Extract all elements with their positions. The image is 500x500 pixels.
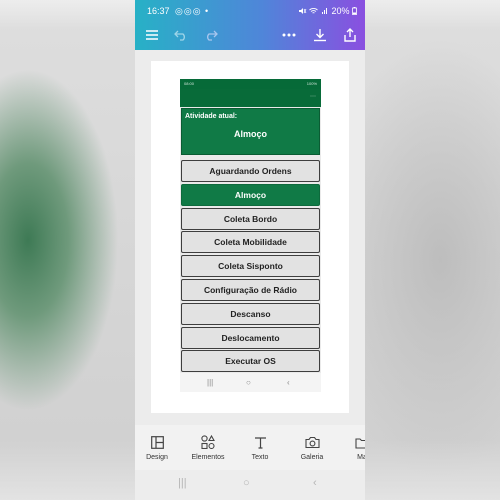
shapes-icon <box>186 434 230 450</box>
activity-option-button[interactable]: Coleta Bordo <box>181 207 320 230</box>
tool-design-label: Design <box>146 454 168 461</box>
activity-option-button[interactable]: Descanso <box>181 302 320 325</box>
app-nav-bar: ||| ○ ‹ <box>180 373 321 392</box>
activity-option-button[interactable]: Coleta Mobilidade <box>181 231 320 254</box>
text-icon <box>238 434 282 450</box>
system-nav-bar: ||| ○ ‹ <box>135 470 365 500</box>
app-recents-icon: ||| <box>207 378 214 387</box>
tool-gallery-label: Galeria <box>300 454 324 461</box>
app-screenshot-image[interactable]: 08:00 100% ⋯ Atividade atual: Almoço Agu… <box>180 79 321 392</box>
back-icon[interactable]: ‹ <box>313 477 317 489</box>
signal-icon <box>321 8 327 14</box>
editor-toolbar <box>135 26 365 46</box>
undo-icon[interactable] <box>172 26 190 44</box>
download-icon[interactable] <box>311 26 329 44</box>
tool-elements[interactable]: Elementos <box>186 434 230 461</box>
home-icon[interactable]: ○ <box>243 477 250 489</box>
phone-screen: 16:37 ◎◎◎ • 20% 08:00 100% ⋯ Atividade a… <box>135 0 365 500</box>
battery-icon <box>352 7 357 15</box>
editor-bottom-bar: Design Elementos Texto Galeria Ma <box>135 425 365 470</box>
app-status-time: 08:00 <box>184 81 195 86</box>
status-time: 16:37 <box>147 6 170 16</box>
tool-elements-label: Elementos <box>191 454 225 461</box>
hamburger-icon[interactable] <box>143 26 161 44</box>
redo-icon[interactable] <box>202 26 220 44</box>
tool-more-label: Ma <box>357 454 365 461</box>
tool-design[interactable]: Design <box>135 434 179 461</box>
system-status-bar: 16:37 ◎◎◎ • 20% <box>135 6 365 20</box>
share-icon[interactable] <box>341 26 359 44</box>
mute-icon <box>298 8 307 14</box>
current-activity-value: Almoço <box>233 129 267 139</box>
camera-icon <box>290 434 334 450</box>
app-header: ⋯ <box>180 89 321 107</box>
status-right-group: 20% <box>298 6 357 16</box>
app-home-icon: ○ <box>246 378 251 387</box>
activity-option-button[interactable]: Aguardando Ordens <box>181 160 320 182</box>
app-status-bar: 08:00 100% <box>180 79 321 89</box>
app-back-icon: ‹ <box>287 378 290 387</box>
activity-option-button[interactable]: Deslocamento <box>181 326 320 349</box>
activity-option-button[interactable]: Executar OS <box>181 350 320 373</box>
battery-percent: 20% <box>331 6 350 16</box>
tool-text-label: Texto <box>251 454 269 461</box>
app-status-battery: 100% <box>306 81 317 86</box>
current-activity-label: Atividade atual: <box>185 113 238 120</box>
more-horizontal-icon[interactable] <box>280 26 298 44</box>
recents-icon[interactable]: ||| <box>178 477 187 489</box>
wifi-icon <box>309 8 319 14</box>
layout-icon <box>135 434 179 450</box>
status-notifications: ◎◎◎ • <box>175 6 210 16</box>
app-menu-icon: ⋯ <box>310 94 316 100</box>
activity-option-button[interactable]: Almoço <box>181 183 320 206</box>
tool-more[interactable]: Ma <box>340 434 365 461</box>
activity-option-button[interactable]: Coleta Sisponto <box>181 255 320 278</box>
tool-text[interactable]: Texto <box>238 434 282 461</box>
current-activity-panel: Atividade atual: Almoço <box>181 108 320 155</box>
folder-icon <box>340 434 365 450</box>
activity-option-button[interactable]: Configuração de Rádio <box>181 279 320 301</box>
tool-gallery[interactable]: Galeria <box>290 434 334 461</box>
editor-top-bar: 16:37 ◎◎◎ • 20% <box>135 0 365 50</box>
